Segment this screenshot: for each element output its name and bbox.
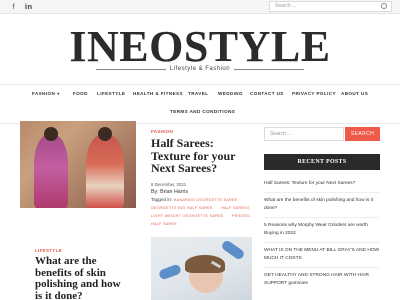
sidebar-search-button[interactable]: SEARCH [345, 127, 380, 141]
chevron-down-icon: ▾ [57, 91, 60, 96]
recent-post-link[interactable]: Half Sarees: Texture for your Next Saree… [264, 180, 382, 188]
recent-post-link[interactable]: What are the benefits of skin polishing … [264, 197, 382, 212]
post-category[interactable]: FASHION [151, 129, 173, 134]
recent-post-link[interactable]: WHAT IS ON THE MENU AT BILL GRAY'S AND H… [264, 247, 382, 262]
divider [264, 242, 380, 243]
nav-item-privacy-policy[interactable]: PRIVACY POLICY [292, 90, 336, 98]
post-title[interactable]: Half Sarees: Texture for your Next Saree… [151, 137, 235, 175]
tagline-row: Lifestyle & Fashion [0, 63, 400, 75]
tagline-divider-right [234, 69, 304, 70]
nav-item-health-fitness[interactable]: HEALTH & FITNESS [133, 90, 183, 98]
linkedin-icon[interactable]: in [23, 2, 34, 12]
divider [264, 192, 380, 193]
post-thumbnail-half-sarees[interactable] [20, 121, 136, 208]
post-date: 8 December, 2021 [151, 182, 187, 187]
facebook-icon[interactable]: f [8, 2, 19, 12]
tag-link[interactable]: LIGHT WEIGHT GEORGETTE SAREE [151, 214, 224, 218]
tag-link[interactable]: GEORGETTE BIG HALF SAREE [151, 206, 213, 210]
nav-item-about-us[interactable]: ABOUT US [341, 90, 368, 98]
sidebar-search-input[interactable]: Search ... [264, 127, 344, 141]
post-thumbnail-skin-polishing[interactable] [151, 237, 252, 300]
tag-link[interactable]: HALF SAREE [151, 222, 177, 226]
top-bar: f in Search ... [0, 0, 400, 14]
top-search-input[interactable]: Search ... [269, 1, 392, 12]
tag-link[interactable]: HALF SAREES [221, 206, 250, 210]
search-icon[interactable] [381, 3, 387, 9]
nav-item-travel[interactable]: TRAVEL [188, 90, 208, 98]
saree-figure-left [34, 135, 68, 208]
nav-item-food[interactable]: FOOD [73, 90, 88, 98]
figure-head-right [98, 127, 112, 141]
glove-left [157, 263, 183, 281]
divider [264, 267, 380, 268]
post-title[interactable]: What are the benefits of skin polishing … [35, 255, 121, 300]
post-author[interactable]: By: Brian Harris [151, 189, 188, 195]
nav-item-fashion[interactable]: FASHION ▾ [32, 90, 60, 98]
recent-post-link[interactable]: 5 Reasons why Morphy Wear Grinders are w… [264, 222, 382, 237]
site-tagline: Lifestyle & Fashion [169, 66, 231, 72]
tag-link[interactable]: BANARASI GEORGETTE SAREE [174, 198, 238, 202]
saree-figure-right [86, 135, 124, 208]
glove-right [220, 239, 246, 261]
figure-head-left [44, 127, 58, 141]
divider [264, 217, 380, 218]
tags-label: Tagged in: [151, 197, 173, 202]
main-nav: FASHION ▾ FOOD LIFESTYLE HEALTH & FITNESS… [0, 84, 400, 124]
post-category[interactable]: LIFESTYLE [35, 248, 62, 253]
recent-posts-heading: RECENT POSTS [264, 154, 380, 170]
recent-post-link[interactable]: GET HEALTHY AND STRONG HAIR WITH HAIR SU… [264, 272, 382, 287]
nav-item-contact-us[interactable]: CONTACT US [250, 90, 284, 98]
tag-link[interactable]: PRINTED [232, 214, 250, 218]
nav-item-lifestyle[interactable]: LIFESTYLE [97, 90, 125, 98]
nav-item-wedding[interactable]: WEDDING [218, 90, 243, 98]
nav-item-terms[interactable]: TERMS AND CONDITIONS [170, 108, 235, 116]
